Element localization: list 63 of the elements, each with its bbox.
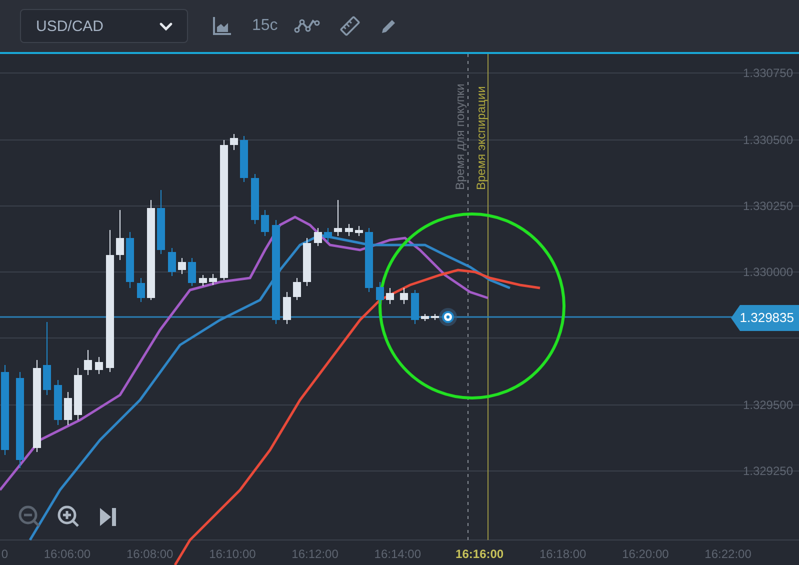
candlestick bbox=[178, 258, 186, 274]
candlestick bbox=[421, 314, 429, 322]
expiration-time-label: Время экспирации bbox=[474, 86, 488, 190]
candlestick bbox=[199, 274, 207, 286]
candlestick bbox=[261, 210, 269, 236]
candlestick bbox=[116, 210, 124, 260]
price-axis-label: 1.330750 bbox=[742, 65, 793, 82]
candlestick bbox=[168, 248, 176, 276]
candlestick bbox=[293, 278, 301, 300]
candlestick bbox=[334, 200, 342, 236]
time-axis-label: 0 bbox=[1, 547, 8, 561]
time-axis-label: 16:10:00 bbox=[209, 547, 256, 561]
candlestick bbox=[251, 174, 259, 224]
buy-time-label: Время для покупки bbox=[453, 84, 467, 190]
price-axis-label: 1.329250 bbox=[742, 463, 793, 480]
candlestick bbox=[209, 274, 217, 286]
current-price-marker bbox=[439, 308, 457, 326]
current-price-tag: 1.329835 bbox=[731, 305, 799, 331]
price-axis-label: 1.330250 bbox=[742, 198, 793, 215]
candlestick bbox=[365, 228, 373, 292]
candlestick bbox=[54, 380, 62, 426]
candlestick bbox=[355, 226, 363, 236]
candlestick bbox=[314, 228, 322, 246]
zoom-in-icon[interactable] bbox=[58, 506, 80, 528]
price-axis-label: 1.330000 bbox=[742, 264, 793, 281]
line-chart-icon[interactable] bbox=[294, 18, 320, 34]
candlestick bbox=[411, 290, 419, 324]
time-axis-label: 16:08:00 bbox=[126, 547, 174, 561]
candlestick bbox=[400, 288, 408, 304]
area-chart-icon[interactable] bbox=[212, 16, 232, 36]
time-axis-label: 16:16:00 bbox=[456, 547, 504, 561]
skip-to-end-icon[interactable] bbox=[100, 508, 116, 526]
candlestick bbox=[95, 356, 103, 374]
candlestick bbox=[157, 190, 165, 254]
candlestick bbox=[188, 258, 196, 286]
candlestick bbox=[74, 368, 82, 420]
candlestick bbox=[64, 392, 72, 426]
candlestick bbox=[324, 228, 332, 242]
candlestick bbox=[126, 232, 134, 288]
candlestick bbox=[283, 292, 291, 324]
candlestick bbox=[137, 278, 145, 302]
candlestick bbox=[431, 314, 439, 320]
time-axis-label: 16:14:00 bbox=[374, 547, 421, 561]
timeframe-button[interactable]: 15c bbox=[252, 17, 278, 35]
ruler-icon[interactable] bbox=[340, 16, 360, 36]
candlestick bbox=[303, 238, 311, 286]
candlestick bbox=[376, 282, 384, 304]
candlestick bbox=[84, 350, 92, 376]
zoom-out-icon[interactable] bbox=[18, 506, 40, 528]
time-axis-label: 16:12:00 bbox=[292, 547, 338, 561]
symbol-dropdown[interactable]: USD/CAD bbox=[20, 9, 188, 43]
pencil-icon[interactable] bbox=[380, 17, 398, 35]
price-axis-label: 1.330500 bbox=[742, 132, 793, 149]
time-axis-label: 16:20:00 bbox=[622, 547, 669, 561]
candlestick bbox=[240, 136, 248, 182]
candlestick bbox=[230, 134, 238, 150]
time-axis-label: 16:18:00 bbox=[539, 547, 586, 561]
chevron-icon bbox=[159, 22, 173, 30]
candlestick bbox=[386, 288, 394, 304]
time-axis-label: 16:06:00 bbox=[44, 547, 91, 561]
time-axis-label: 16:22:00 bbox=[704, 547, 752, 561]
candlestick bbox=[345, 224, 353, 236]
price-axis-label: 1.329500 bbox=[742, 397, 793, 414]
